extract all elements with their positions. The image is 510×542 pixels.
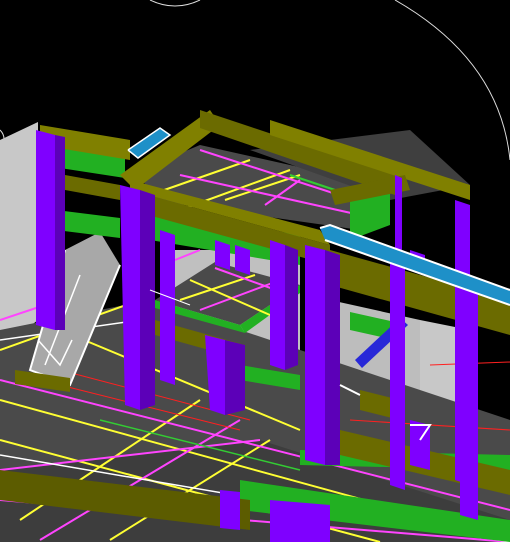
cad-3d-viewport[interactable]: [0, 0, 510, 542]
orbit-arc-top[interactable]: [149, 0, 201, 7]
structure-model[interactable]: [0, 0, 510, 542]
